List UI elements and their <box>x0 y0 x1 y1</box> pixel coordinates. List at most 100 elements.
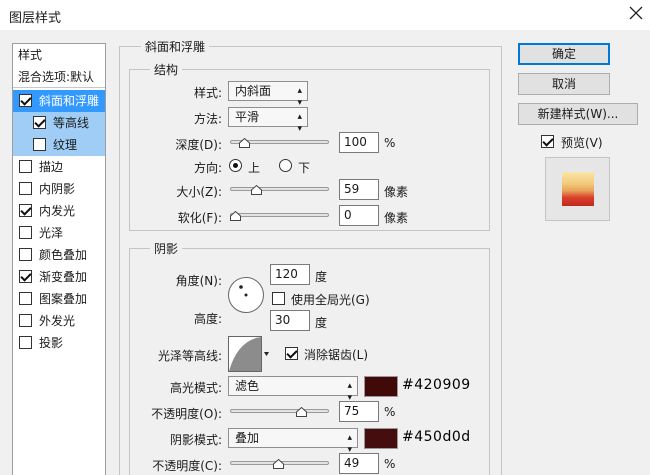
inner-glow-checkbox[interactable] <box>19 204 32 217</box>
shadow-color-swatch[interactable] <box>364 428 398 449</box>
angle-dial-icon[interactable] <box>227 276 265 314</box>
highlight-mode-label: 高光模式: <box>140 379 222 396</box>
list-item-inner-shadow[interactable]: 内阴影 <box>13 178 105 200</box>
list-item-label: 渐变叠加 <box>39 266 87 288</box>
style-label: 样式: <box>160 84 222 101</box>
list-item-gradient-overlay[interactable]: 渐变叠加 <box>13 266 105 288</box>
global-light-checkbox[interactable] <box>272 292 285 305</box>
title-bar: 图层样式 <box>0 0 650 30</box>
method-label: 方法: <box>160 110 222 127</box>
cancel-button[interactable]: 取消 <box>518 73 610 95</box>
highlight-opacity-slider[interactable] <box>230 405 329 417</box>
list-item-label: 内阴影 <box>39 178 75 200</box>
size-label: 大小(Z): <box>150 183 222 200</box>
list-item-label: 斜面和浮雕 <box>39 90 99 112</box>
blend-options[interactable]: 混合选项:默认 <box>13 66 105 88</box>
shadow-hex: #450d0d <box>402 429 471 445</box>
list-item-drop-shadow[interactable]: 投影 <box>13 332 105 354</box>
method-select-value: 平滑 <box>235 110 259 124</box>
satin-checkbox[interactable] <box>19 226 32 239</box>
depth-input[interactable]: 100 <box>339 132 379 153</box>
shadow-mode-label: 阴影模式: <box>140 431 222 448</box>
spin-arrows-icon: ▴▾ <box>297 111 302 135</box>
direction-up-label: 上 <box>248 159 260 176</box>
style-preview <box>545 157 610 221</box>
color-overlay-checkbox[interactable] <box>19 248 32 261</box>
gloss-contour-icon[interactable] <box>228 336 270 372</box>
highlight-mode-select[interactable]: 滤色▴▾ <box>228 376 358 396</box>
direction-label: 方向: <box>160 159 222 176</box>
global-light-label: 使用全局光(G) <box>291 291 370 308</box>
drop-shadow-checkbox[interactable] <box>19 336 32 349</box>
highlight-color-swatch[interactable] <box>364 376 398 397</box>
soften-label: 软化(F): <box>150 209 222 226</box>
list-item-inner-glow[interactable]: 内发光 <box>13 200 105 222</box>
shadow-opacity-label: 不透明度(C): <box>140 457 222 474</box>
list-item-color-overlay[interactable]: 颜色叠加 <box>13 244 105 266</box>
slider-thumb-icon[interactable] <box>273 459 284 469</box>
list-item-label: 等高线 <box>53 112 89 134</box>
inner-shadow-checkbox[interactable] <box>19 182 32 195</box>
bevel-checkbox[interactable] <box>19 94 32 107</box>
slider-thumb-icon[interactable] <box>239 138 250 148</box>
list-item-bevel[interactable]: 斜面和浮雕 <box>13 90 105 112</box>
ok-button[interactable]: 确定 <box>518 43 610 65</box>
method-select[interactable]: 平滑▴▾ <box>228 107 308 127</box>
contour-checkbox[interactable] <box>33 116 46 129</box>
soften-input[interactable]: 0 <box>339 205 379 226</box>
styles-header[interactable]: 样式 <box>13 44 105 66</box>
depth-slider[interactable] <box>230 136 329 148</box>
highlight-opacity-label: 不透明度(O): <box>140 405 222 422</box>
slider-thumb-icon[interactable] <box>251 185 262 195</box>
style-select[interactable]: 内斜面▴▾ <box>228 81 308 101</box>
list-item-outer-glow[interactable]: 外发光 <box>13 310 105 332</box>
depth-label: 深度(D): <box>150 136 222 153</box>
stroke-checkbox[interactable] <box>19 160 32 173</box>
antialias-label: 消除锯齿(L) <box>304 346 368 363</box>
style-select-value: 内斜面 <box>235 84 271 98</box>
list-item-pattern-overlay[interactable]: 图案叠加 <box>13 288 105 310</box>
highlight-mode-value: 滤色 <box>235 379 259 393</box>
styles-header-label: 样式 <box>18 44 42 66</box>
gloss-contour-label: 光泽等高线: <box>140 347 222 364</box>
list-item-label: 光泽 <box>39 222 63 244</box>
size-unit: 像素 <box>384 183 408 200</box>
direction-up-radio[interactable] <box>229 159 242 172</box>
gradient-overlay-checkbox[interactable] <box>19 270 32 283</box>
shading-group-title: 阴影 <box>150 240 182 257</box>
new-style-button[interactable]: 新建样式(W)... <box>518 103 638 125</box>
altitude-input[interactable]: 30 <box>270 310 310 331</box>
size-input[interactable]: 59 <box>339 179 379 200</box>
list-item-label: 外发光 <box>39 310 75 332</box>
list-item-contour[interactable]: 等高线 <box>13 112 105 134</box>
angle-unit: 度 <box>315 268 327 285</box>
list-item-satin[interactable]: 光泽 <box>13 222 105 244</box>
antialias-checkbox[interactable] <box>285 347 298 360</box>
shadow-opacity-input[interactable]: 49 <box>339 453 379 474</box>
angle-label: 角度(N): <box>160 272 222 289</box>
outer-glow-checkbox[interactable] <box>19 314 32 327</box>
shadow-opacity-slider[interactable] <box>230 457 329 469</box>
list-item-label: 图案叠加 <box>39 288 87 310</box>
highlight-opacity-input[interactable]: 75 <box>339 401 379 422</box>
close-icon[interactable] <box>627 4 645 22</box>
list-item-stroke[interactable]: 描边 <box>13 156 105 178</box>
slider-track <box>230 187 329 191</box>
slider-track <box>230 409 329 413</box>
preview-thumbnail <box>562 172 594 206</box>
texture-checkbox[interactable] <box>33 138 46 151</box>
preview-checkbox[interactable] <box>541 135 554 148</box>
direction-down-radio[interactable] <box>279 159 292 172</box>
soften-slider[interactable] <box>230 209 329 221</box>
size-slider[interactable] <box>230 183 329 195</box>
spin-arrows-icon: ▴▾ <box>297 85 302 109</box>
list-item-texture[interactable]: 纹理 <box>13 134 105 156</box>
slider-thumb-icon[interactable] <box>296 407 307 417</box>
pattern-overlay-checkbox[interactable] <box>19 292 32 305</box>
shadow-mode-select[interactable]: 叠加▴▾ <box>228 428 358 448</box>
list-item-label: 内发光 <box>39 200 75 222</box>
slider-thumb-icon[interactable] <box>230 211 241 221</box>
list-item-label: 投影 <box>39 332 63 354</box>
angle-input[interactable]: 120 <box>270 264 310 285</box>
direction-down-label: 下 <box>298 159 310 176</box>
